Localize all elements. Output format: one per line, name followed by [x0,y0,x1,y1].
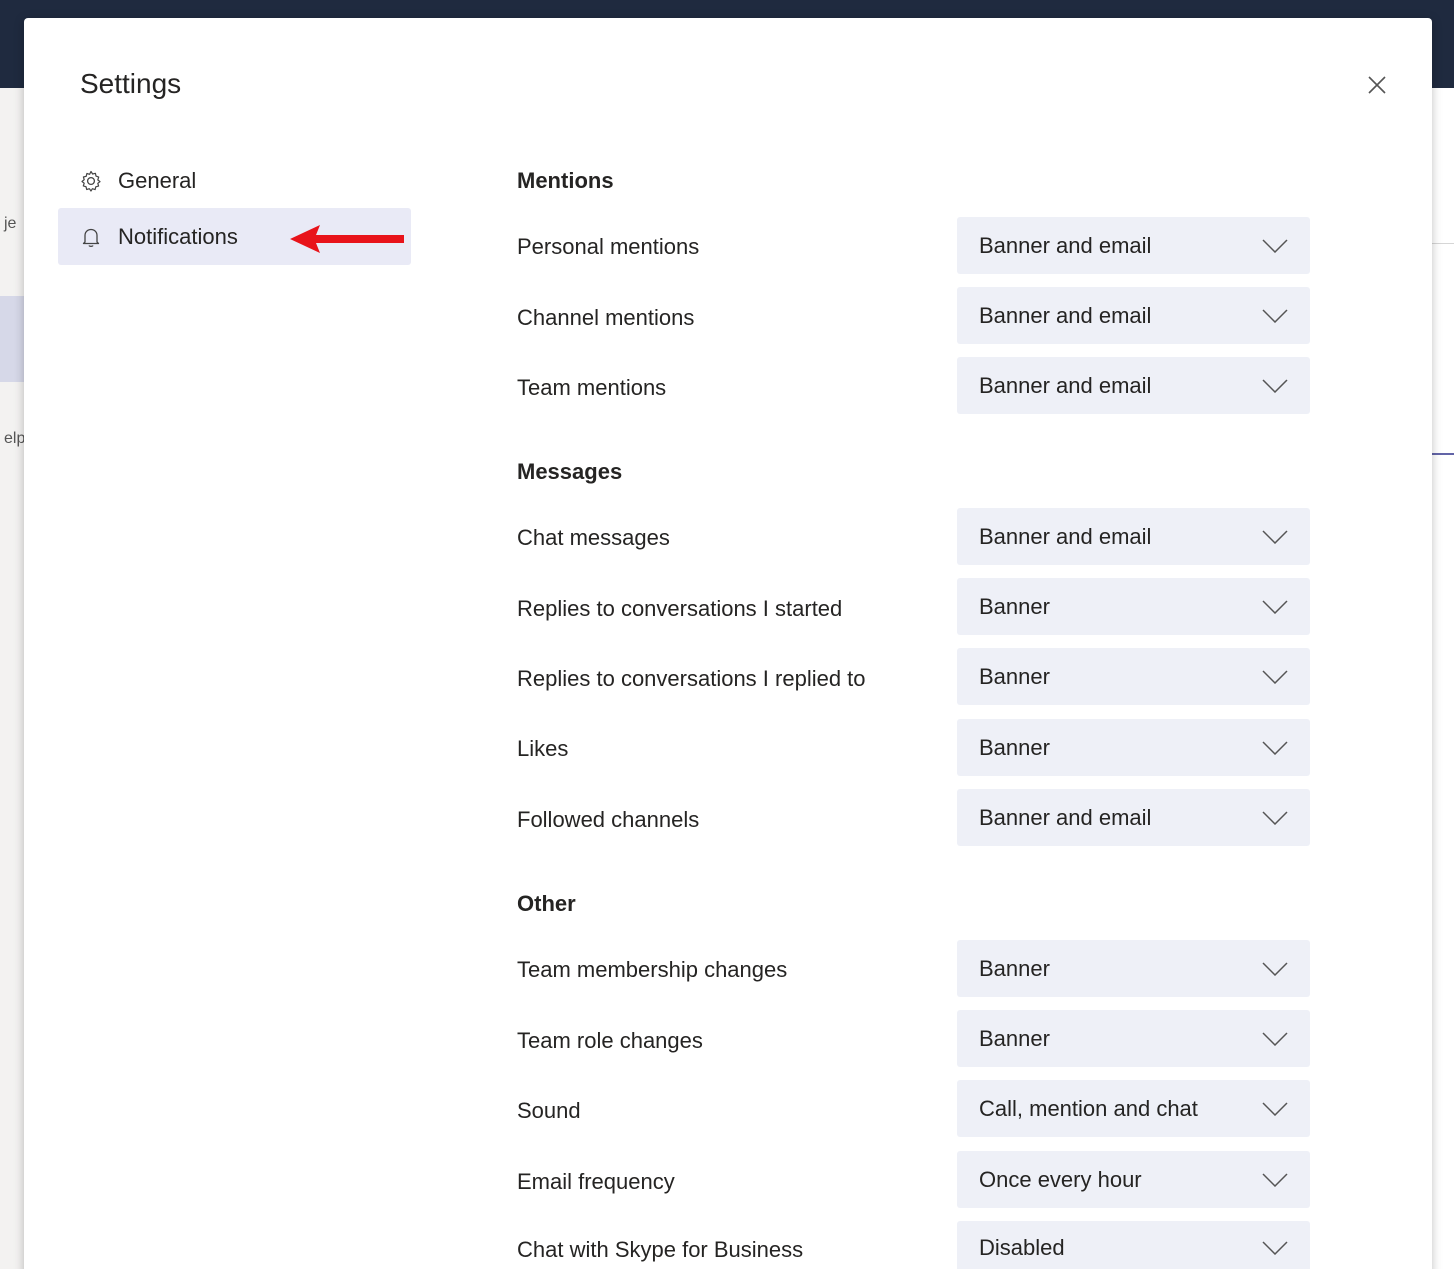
setting-label: Likes [517,735,569,761]
dropdown-value: Banner and email [979,232,1152,258]
dropdown-value: Banner and email [979,302,1152,328]
setting-label: Replies to conversations I started [517,595,843,621]
gear-icon [78,168,104,194]
replies-started-dropdown[interactable]: Banner [957,578,1310,635]
sound-dropdown[interactable]: Call, mention and chat [957,1080,1310,1137]
setting-label: Team membership changes [517,956,788,982]
section-title-messages: Messages [517,459,623,484]
close-icon [1368,76,1386,94]
background-app-right [1432,88,1454,1269]
setting-label: Chat messages [517,524,670,550]
chevron-down-icon [1262,961,1288,977]
setting-label: Team mentions [517,374,667,400]
setting-label: Replies to conversations I replied to [517,665,866,691]
background-divider [1432,453,1454,455]
dropdown-value: Call, mention and chat [979,1095,1198,1121]
chevron-down-icon [1262,1172,1288,1188]
section-title-other: Other [517,891,576,916]
chevron-down-icon [1262,810,1288,826]
background-text-fragment: elp [4,430,26,447]
chevron-down-icon [1262,599,1288,615]
setting-label: Channel mentions [517,304,695,330]
setting-label: Team role changes [517,1027,703,1053]
team-membership-dropdown[interactable]: Banner [957,940,1310,997]
skype-for-business-dropdown[interactable]: Disabled [957,1221,1310,1269]
team-mentions-dropdown[interactable]: Banner and email [957,357,1310,414]
section-title-mentions: Mentions [517,168,614,193]
followed-channels-dropdown[interactable]: Banner and email [957,789,1310,846]
nav-item-general[interactable]: General [58,152,411,209]
replies-replied-dropdown[interactable]: Banner [957,648,1310,705]
chevron-down-icon [1262,308,1288,324]
email-frequency-dropdown[interactable]: Once every hour [957,1151,1310,1208]
dropdown-value: Banner [979,955,1050,981]
chevron-down-icon [1262,238,1288,254]
chevron-down-icon [1262,1031,1288,1047]
chevron-down-icon [1262,740,1288,756]
setting-label: Email frequency [517,1168,675,1194]
background-selected-item [0,296,24,382]
chat-messages-dropdown[interactable]: Banner and email [957,508,1310,565]
dropdown-value: Banner and email [979,523,1152,549]
red-arrow-annotation [290,225,404,253]
likes-dropdown[interactable]: Banner [957,719,1310,776]
chevron-down-icon [1262,1240,1288,1256]
personal-mentions-dropdown[interactable]: Banner and email [957,217,1310,274]
setting-label: Followed channels [517,806,700,832]
background-app-left: je elp [0,88,26,1269]
team-role-dropdown[interactable]: Banner [957,1010,1310,1067]
dropdown-value: Disabled [979,1235,1065,1260]
dropdown-value: Banner [979,593,1050,619]
chevron-down-icon [1262,529,1288,545]
channel-mentions-dropdown[interactable]: Banner and email [957,287,1310,344]
background-divider [1432,243,1454,244]
background-text-fragment: je [4,215,17,232]
chevron-down-icon [1262,669,1288,685]
setting-label: Sound [517,1097,581,1123]
settings-dialog: Settings General Notifications Mentions … [24,18,1432,1269]
dropdown-value: Banner [979,663,1050,689]
dialog-title: Settings [80,68,182,99]
nav-item-label: Notifications [118,223,238,249]
dropdown-value: Banner [979,734,1050,760]
setting-label: Personal mentions [517,233,700,259]
dropdown-value: Banner [979,1025,1050,1051]
dropdown-value: Once every hour [979,1166,1142,1192]
bell-icon [78,224,104,250]
close-button[interactable] [1362,70,1392,100]
dropdown-value: Banner and email [979,804,1152,830]
chevron-down-icon [1262,1101,1288,1117]
setting-label: Chat with Skype for Business [517,1236,804,1262]
chevron-down-icon [1262,378,1288,394]
dropdown-value: Banner and email [979,372,1152,398]
nav-item-label: General [118,167,197,193]
